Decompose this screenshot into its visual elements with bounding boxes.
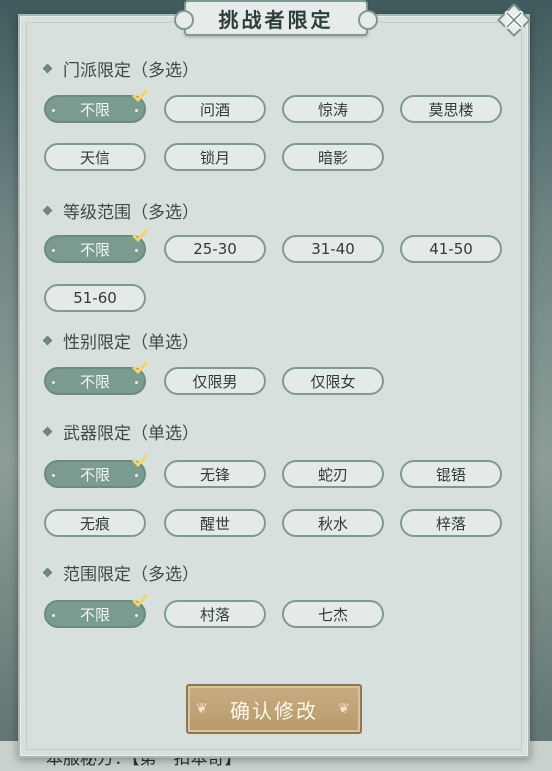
option-weapon-wufeng[interactable]: 无锋 — [164, 460, 266, 488]
option-label: 无锋 — [199, 465, 230, 484]
option-label: 仅限男 — [192, 372, 238, 391]
option-level-41-50[interactable]: 41-50 — [400, 235, 502, 263]
option-faction-anying[interactable]: 暗影 — [282, 143, 384, 171]
diamond-icon — [42, 426, 53, 437]
option-label: 不限 — [79, 240, 110, 259]
option-label: 锟铻 — [435, 465, 466, 484]
option-label: 51-60 — [73, 289, 117, 307]
section-label-scope: 范围限定（多选） — [42, 560, 199, 585]
section-label-text: 武器限定（单选） — [63, 424, 199, 444]
option-level-any[interactable]: 不限 — [44, 229, 148, 263]
check-icon — [132, 594, 148, 608]
option-label: 问酒 — [199, 100, 230, 119]
option-label: 41-50 — [429, 240, 473, 258]
option-gender-any[interactable]: 不限 — [44, 361, 148, 395]
option-faction-mosilou[interactable]: 莫思楼 — [400, 95, 502, 123]
section-label-text: 范围限定（多选） — [63, 565, 199, 585]
section-label-faction: 门派限定（多选） — [42, 56, 199, 81]
check-icon — [132, 89, 148, 103]
option-weapon-kunwu[interactable]: 锟铻 — [400, 460, 502, 488]
option-weapon-qiushui[interactable]: 秋水 — [282, 509, 384, 537]
close-button[interactable] — [494, 0, 534, 40]
section-label-gender: 性别限定（单选） — [42, 328, 199, 353]
confirm-label: 确认修改 — [230, 698, 318, 723]
option-label: 天信 — [79, 148, 110, 167]
diamond-icon — [42, 567, 53, 578]
section-label-text: 性别限定（单选） — [63, 333, 199, 353]
option-label: 不限 — [79, 372, 110, 391]
option-label: 村落 — [199, 605, 230, 624]
option-weapon-xingshi[interactable]: 醒世 — [164, 509, 266, 537]
section-label-level: 等级范围（多选） — [42, 198, 199, 223]
section-label-weapon: 武器限定（单选） — [42, 419, 199, 444]
section-label-text: 等级范围（多选） — [63, 203, 199, 223]
check-icon — [132, 454, 148, 468]
option-label: 莫思楼 — [428, 100, 474, 119]
option-label: 惊涛 — [317, 100, 348, 119]
option-label: 不限 — [79, 100, 110, 119]
diamond-icon — [42, 63, 53, 74]
option-faction-wenjiu[interactable]: 问酒 — [164, 95, 266, 123]
option-weapon-any[interactable]: 不限 — [44, 454, 148, 488]
diamond-icon — [42, 205, 53, 216]
option-scope-village[interactable]: 村落 — [164, 600, 266, 628]
option-label: 暗影 — [317, 148, 348, 167]
option-faction-tianxin[interactable]: 天信 — [44, 143, 146, 171]
option-gender-male[interactable]: 仅限男 — [164, 367, 266, 395]
option-label: 锁月 — [199, 148, 230, 167]
leaf-ornament-icon: ❦ — [196, 701, 208, 717]
title-plaque: 挑战者限定 — [174, 0, 378, 36]
option-level-25-30[interactable]: 25-30 — [164, 235, 266, 263]
option-label: 七杰 — [317, 605, 348, 624]
option-scope-any[interactable]: 不限 — [44, 594, 148, 628]
option-label: 25-30 — [193, 240, 237, 258]
option-gender-female[interactable]: 仅限女 — [282, 367, 384, 395]
option-label: 蛇刃 — [317, 465, 348, 484]
option-weapon-wuhen[interactable]: 无痕 — [44, 509, 146, 537]
option-faction-jingtao[interactable]: 惊涛 — [282, 95, 384, 123]
option-label: 不限 — [79, 465, 110, 484]
option-weapon-ziluo[interactable]: 梓落 — [400, 509, 502, 537]
option-level-51-60[interactable]: 51-60 — [44, 284, 146, 312]
option-weapon-sheren[interactable]: 蛇刃 — [282, 460, 384, 488]
option-label: 无痕 — [79, 514, 110, 533]
check-icon — [132, 361, 148, 375]
option-scope-qijie[interactable]: 七杰 — [282, 600, 384, 628]
leaf-ornament-icon: ❦ — [338, 701, 350, 717]
option-label: 不限 — [79, 605, 110, 624]
option-label: 31-40 — [311, 240, 355, 258]
confirm-button[interactable]: ❦ 确认修改 ❦ — [186, 684, 362, 734]
option-label: 醒世 — [199, 514, 230, 533]
close-icon — [497, 3, 531, 37]
option-faction-any[interactable]: 不限 — [44, 89, 148, 123]
section-label-text: 门派限定（多选） — [63, 61, 199, 81]
option-label: 秋水 — [317, 514, 348, 533]
diamond-icon — [42, 335, 53, 346]
option-label: 仅限女 — [310, 372, 356, 391]
option-label: 梓落 — [435, 514, 466, 533]
option-faction-suoyue[interactable]: 锁月 — [164, 143, 266, 171]
option-level-31-40[interactable]: 31-40 — [282, 235, 384, 263]
check-icon — [132, 229, 148, 243]
dialog-title: 挑战者限定 — [218, 7, 334, 32]
